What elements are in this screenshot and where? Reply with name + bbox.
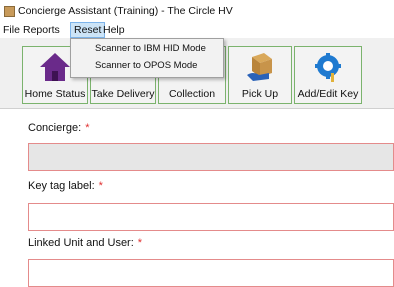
package-hand-icon [247, 53, 272, 81]
key-tag-field[interactable] [28, 203, 394, 231]
menu-item-scanner-ibm-hid[interactable]: Scanner to IBM HID Mode [95, 41, 206, 57]
linked-unit-field[interactable] [28, 259, 394, 287]
app-icon [4, 6, 15, 17]
home-status-label: Home Status [24, 88, 86, 100]
required-marker: * [98, 180, 103, 192]
pick-up-label: Pick Up [241, 88, 279, 100]
reset-dropdown-menu: Scanner to IBM HID Mode Scanner to OPOS … [70, 38, 224, 78]
linked-unit-label-text: Linked Unit and User: [28, 237, 134, 249]
collection-label: Collection [168, 88, 216, 100]
linked-unit-label: Linked Unit and User: * [28, 237, 142, 249]
take-delivery-label: Take Delivery [91, 88, 155, 100]
key-tag-label-text: Key tag label: [28, 180, 95, 192]
title-bar: Concierge Assistant (Training) - The Cir… [0, 0, 394, 22]
concierge-field[interactable] [28, 143, 394, 171]
form-area: Concierge: * Key tag label: * Linked Unit … [0, 109, 394, 287]
required-marker: * [85, 122, 90, 134]
house-icon [40, 53, 70, 81]
key-gear-icon [315, 53, 341, 82]
menu-item-scanner-opos[interactable]: Scanner to OPOS Mode [95, 58, 197, 74]
pick-up-button[interactable]: Pick Up [228, 46, 292, 104]
concierge-label: Concierge: * [28, 122, 89, 134]
add-edit-key-button[interactable]: Add/Edit Key [294, 46, 362, 104]
menu-help[interactable]: Help [100, 23, 128, 37]
concierge-label-text: Concierge: [28, 122, 82, 134]
key-tag-label: Key tag label: * [28, 180, 103, 192]
window-title: Concierge Assistant (Training) - The Cir… [18, 5, 233, 17]
required-marker: * [137, 237, 143, 249]
menu-bar: File Reports Reset Help [0, 22, 394, 38]
add-edit-key-label: Add/Edit Key [297, 88, 359, 100]
menu-reports[interactable]: Reports [20, 23, 63, 37]
